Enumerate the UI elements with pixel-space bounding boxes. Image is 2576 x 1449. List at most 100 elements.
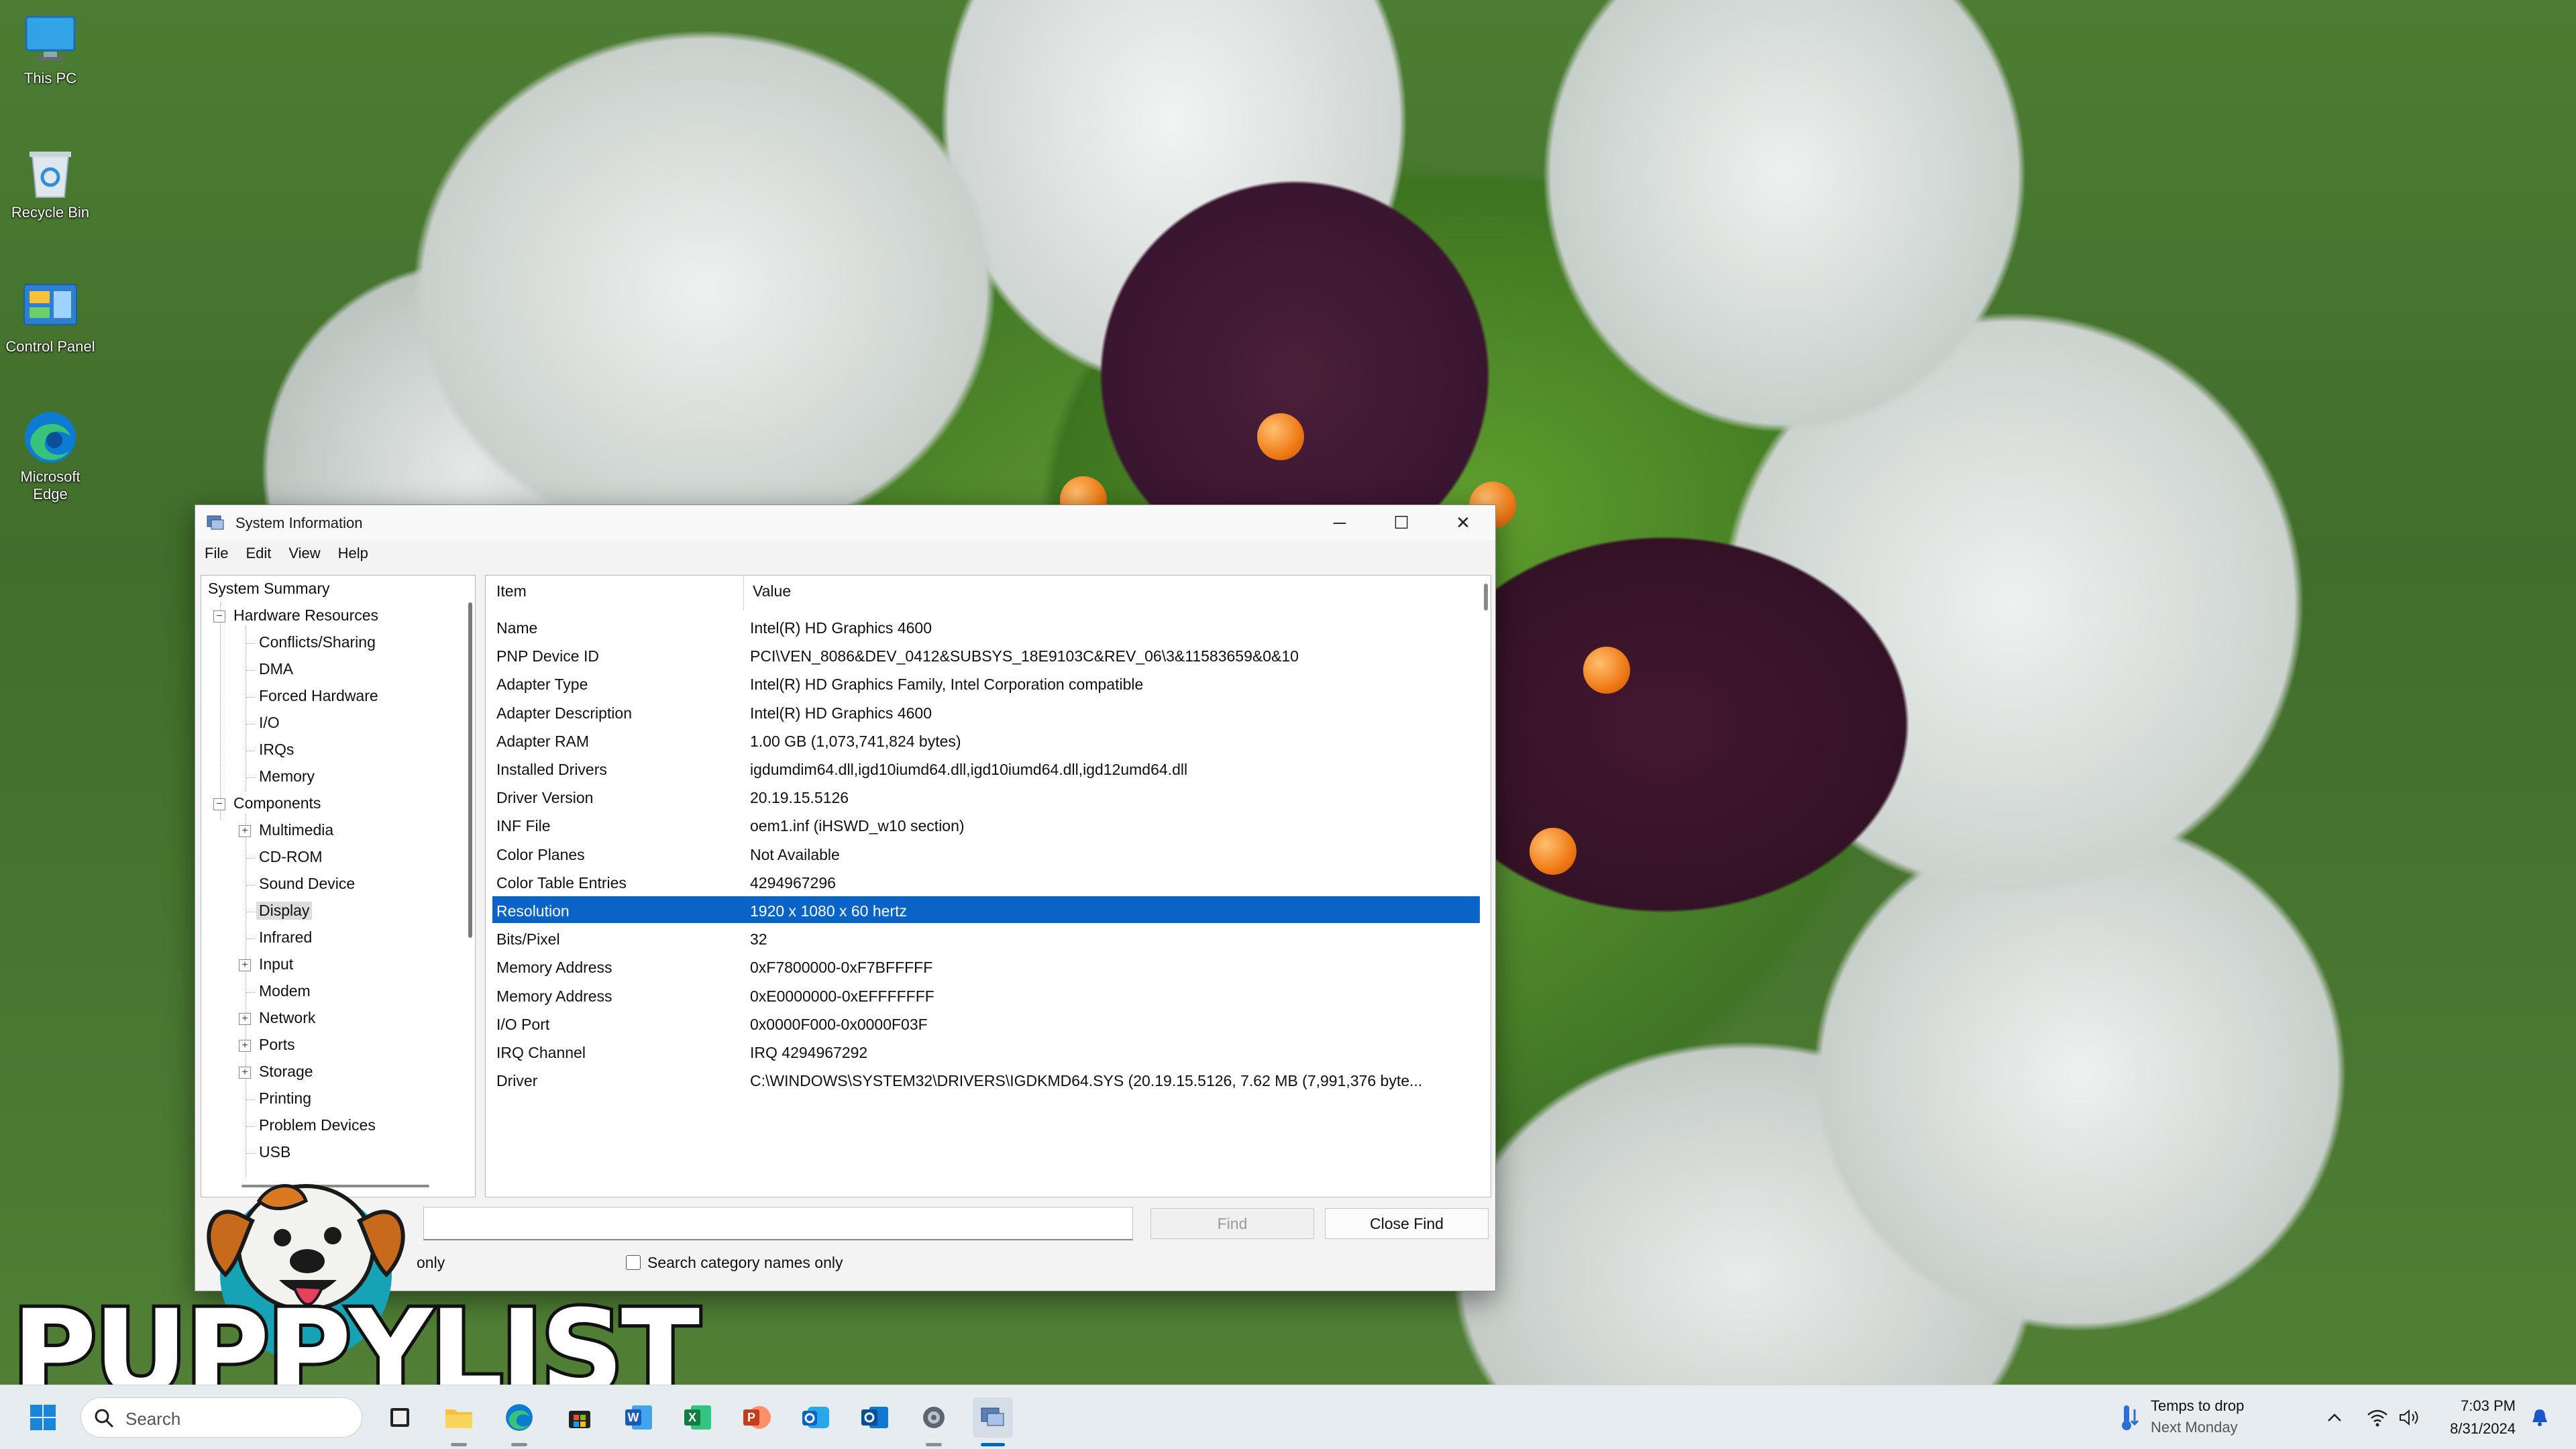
- file-explorer-button[interactable]: [439, 1397, 479, 1438]
- row-value-cell: 0xF7800000-0xF7BFFFFF: [750, 959, 933, 977]
- table-row[interactable]: Memory Address 0xF7800000-0xF7BFFFFF: [492, 953, 1480, 979]
- details-list[interactable]: Item Value Name Intel(R) HD Graphics 4600…: [485, 575, 1491, 1197]
- menu-view[interactable]: View: [288, 545, 320, 562]
- table-row[interactable]: Name Intel(R) HD Graphics 4600: [492, 613, 1480, 640]
- row-item-cell: PNP Device ID: [496, 647, 599, 665]
- tree-scrollbar[interactable]: [468, 602, 472, 938]
- task-view-button[interactable]: [380, 1397, 420, 1438]
- column-header-value[interactable]: Value: [753, 582, 791, 600]
- tree-item-system-summary[interactable]: System Summary: [208, 580, 329, 598]
- table-row[interactable]: Bits/Pixel 32: [492, 924, 1480, 951]
- notifications-button[interactable]: [2526, 1401, 2553, 1434]
- start-button[interactable]: [23, 1397, 63, 1438]
- edge-button[interactable]: [499, 1397, 539, 1438]
- outlook-new-icon: [802, 1407, 829, 1428]
- tree-item-sound-device[interactable]: Sound Device: [259, 875, 355, 893]
- tree-item-forced-hardware[interactable]: Forced Hardware: [259, 687, 378, 705]
- tree-item-infrared[interactable]: Infrared: [259, 928, 312, 947]
- tree-connector: [246, 670, 255, 671]
- column-divider[interactable]: [743, 576, 744, 610]
- table-row[interactable]: Adapter RAM 1.00 GB (1,073,741,824 bytes): [492, 727, 1480, 753]
- table-row[interactable]: Installed Drivers igdumdim64.dll,igd10ium…: [492, 755, 1480, 782]
- tree-item-modem[interactable]: Modem: [259, 982, 311, 1000]
- clock-time[interactable]: 7:03 PM: [2461, 1397, 2516, 1415]
- tree-item-printing[interactable]: Printing: [259, 1089, 311, 1108]
- title-bar[interactable]: System Information ─ ☐ ✕: [195, 505, 1495, 540]
- settings-button[interactable]: [914, 1397, 954, 1438]
- tree-item-cd-rom[interactable]: CD-ROM: [259, 848, 323, 866]
- table-row[interactable]: I/O Port 0x0000F000-0x0000F03F: [492, 1010, 1480, 1036]
- tree-item-i-o[interactable]: I/O: [259, 714, 280, 732]
- network-button[interactable]: [2364, 1401, 2391, 1434]
- tree-item-memory[interactable]: Memory: [259, 767, 315, 786]
- tree-item-dma[interactable]: DMA: [259, 660, 293, 678]
- tree-item-irqs[interactable]: IRQs: [259, 741, 294, 759]
- table-row[interactable]: INF File oem1.inf (iHSWD_w10 section): [492, 811, 1480, 838]
- tree-item-network[interactable]: Network: [259, 1009, 315, 1027]
- menu-edit[interactable]: Edit: [246, 545, 271, 562]
- tree-item-hardware-resources[interactable]: Hardware Resources: [233, 606, 378, 625]
- tree-item-input[interactable]: Input: [259, 955, 293, 973]
- powerpoint-button[interactable]: P: [737, 1397, 777, 1438]
- table-row[interactable]: Color Table Entries 4294967296: [492, 868, 1480, 895]
- expand-toggle-icon[interactable]: +: [239, 959, 251, 971]
- tree-item-storage[interactable]: Storage: [259, 1063, 313, 1081]
- store-button[interactable]: [559, 1397, 600, 1438]
- row-item-cell: Memory Address: [496, 959, 612, 977]
- table-row[interactable]: Adapter Description Intel(R) HD Graphics …: [492, 698, 1480, 725]
- desktop-icon-recycle-bin[interactable]: Recycle Bin: [0, 146, 101, 221]
- outlook-button[interactable]: [855, 1397, 895, 1438]
- taskbar-search-box[interactable]: Search: [80, 1397, 362, 1438]
- word-button[interactable]: W: [619, 1397, 659, 1438]
- row-value-cell: 0xE0000000-0xEFFFFFFF: [750, 987, 934, 1005]
- weather-widget[interactable]: Temps to drop Next Monday: [2112, 1396, 2300, 1439]
- category-tree[interactable]: System Summary − Hardware Resources Confli…: [201, 575, 476, 1197]
- column-header-item[interactable]: Item: [496, 582, 527, 600]
- desktop-icon-control-panel[interactable]: Control Panel: [0, 280, 101, 356]
- table-row[interactable]: Adapter Type Intel(R) HD Graphics Family,…: [492, 669, 1480, 696]
- collapse-toggle-icon[interactable]: −: [213, 610, 225, 623]
- excel-button[interactable]: X: [678, 1397, 718, 1438]
- table-row[interactable]: Memory Address 0xE0000000-0xEFFFFFFF: [492, 981, 1480, 1008]
- find-button[interactable]: Find: [1150, 1208, 1314, 1239]
- tree-item-usb[interactable]: USB: [259, 1143, 290, 1161]
- row-item-cell: Driver: [496, 1072, 538, 1090]
- table-row[interactable]: IRQ Channel IRQ 4294967292: [492, 1038, 1480, 1065]
- search-category-names-checkbox[interactable]: [626, 1255, 641, 1270]
- menu-help[interactable]: Help: [338, 545, 368, 562]
- system-information-taskbar-button[interactable]: [973, 1397, 1013, 1438]
- tree-item-components[interactable]: Components: [233, 794, 321, 812]
- table-row[interactable]: Driver Version 20.19.15.5126: [492, 783, 1480, 810]
- maximize-button[interactable]: ☐: [1371, 505, 1432, 540]
- table-row[interactable]: Color Planes Not Available: [492, 840, 1480, 867]
- close-button[interactable]: ✕: [1432, 505, 1494, 540]
- show-hidden-icons-button[interactable]: [2321, 1401, 2348, 1434]
- minimize-button[interactable]: ─: [1309, 505, 1371, 540]
- tree-item-multimedia[interactable]: Multimedia: [259, 821, 333, 839]
- close-find-button[interactable]: Close Find: [1325, 1208, 1489, 1239]
- collapse-toggle-icon[interactable]: −: [213, 798, 225, 810]
- maximize-icon: ☐: [1393, 512, 1409, 533]
- outlook-new-button[interactable]: [796, 1397, 836, 1438]
- clock-date[interactable]: 8/31/2024: [2450, 1420, 2516, 1438]
- expand-toggle-icon[interactable]: +: [239, 1040, 251, 1052]
- desktop-icon-edge[interactable]: Microsoft Edge: [0, 411, 101, 503]
- table-row[interactable]: Resolution 1920 x 1080 x 60 hertz: [492, 896, 1480, 923]
- row-value-cell: igdumdim64.dll,igd10iumd64.dll,igd10iumd…: [750, 761, 1188, 778]
- list-scrollbar[interactable]: [1484, 584, 1488, 610]
- menu-file[interactable]: File: [205, 545, 228, 562]
- row-item-cell: Resolution: [496, 902, 570, 920]
- expand-toggle-icon[interactable]: +: [239, 1013, 251, 1025]
- system-information-icon: [981, 1407, 1004, 1426]
- table-row[interactable]: Driver C:\WINDOWS\SYSTEM32\DRIVERS\IGDKMD…: [492, 1066, 1480, 1093]
- tree-item-ports[interactable]: Ports: [259, 1036, 295, 1054]
- volume-button[interactable]: [2396, 1401, 2423, 1434]
- table-row[interactable]: PNP Device ID PCI\VEN_8086&DEV_0412&SUBSY…: [492, 641, 1480, 668]
- expand-toggle-icon[interactable]: +: [239, 825, 251, 837]
- tree-item-display[interactable]: Display: [256, 902, 313, 920]
- desktop-icon-this-pc[interactable]: This PC: [0, 12, 101, 87]
- tree-item-problem-devices[interactable]: Problem Devices: [259, 1116, 376, 1134]
- tree-item-conflicts-sharing[interactable]: Conflicts/Sharing: [259, 633, 376, 651]
- speaker-icon: [2400, 1409, 2418, 1426]
- expand-toggle-icon[interactable]: +: [239, 1067, 251, 1079]
